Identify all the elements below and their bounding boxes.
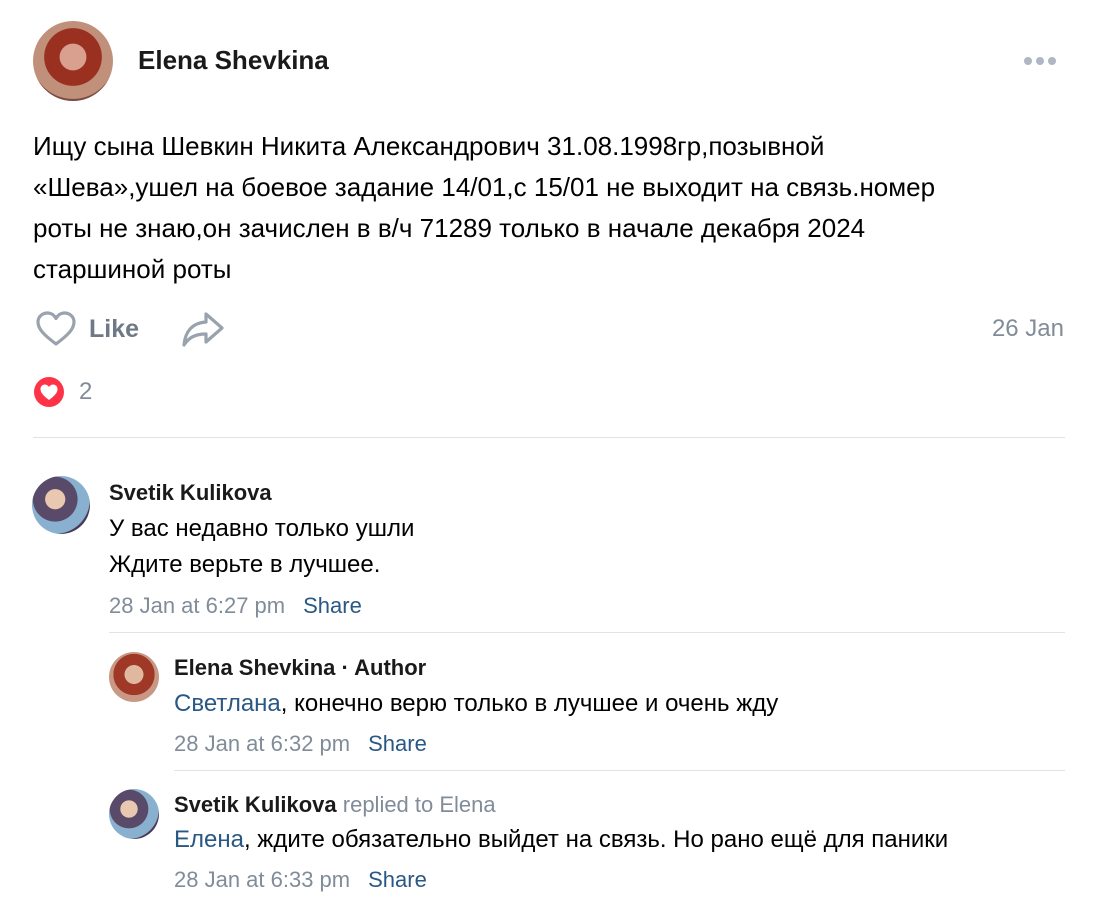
divider bbox=[109, 632, 1065, 633]
post-date[interactable]: 26 Jan bbox=[992, 315, 1064, 343]
reply-share-button[interactable]: Share bbox=[368, 867, 427, 893]
divider bbox=[174, 770, 1065, 771]
reply-text-body: , конечно верю только в лучшее и очень ж… bbox=[280, 690, 779, 717]
reply-author[interactable]: Elena Shevkina bbox=[174, 655, 335, 680]
reply-avatar[interactable] bbox=[109, 789, 159, 839]
comment-text-line: Ждите верьте в лучшее. bbox=[109, 551, 381, 578]
mention-link[interactable]: Елена bbox=[174, 826, 244, 853]
comment-author[interactable]: Svetik Kulikova bbox=[109, 480, 272, 506]
reply-author-line: Elena Shevkina · Author bbox=[174, 655, 426, 681]
reply-share-button[interactable]: Share bbox=[368, 731, 427, 757]
reply-time[interactable]: 28 Jan at 6:33 pm bbox=[174, 867, 350, 893]
share-arrow-icon[interactable] bbox=[180, 308, 226, 350]
divider bbox=[33, 437, 1065, 438]
reply-text: Светлана, конечно верю только в лучшее и… bbox=[174, 686, 778, 722]
post-author-name[interactable]: Elena Shevkina bbox=[138, 45, 329, 76]
comment-meta: 28 Jan at 6:27 pm Share bbox=[109, 593, 362, 619]
post-text-line: роты не знаю,он зачислен в в/ч 71289 тол… bbox=[33, 213, 866, 243]
comment-text: У вас недавно только ушли Ждите верьте в… bbox=[109, 511, 414, 583]
comment-text-line: У вас недавно только ушли bbox=[109, 515, 415, 542]
reaction-count: 2 bbox=[79, 378, 93, 405]
like-button[interactable]: Like bbox=[35, 308, 139, 350]
reply-meta: 28 Jan at 6:33 pm Share bbox=[174, 867, 427, 893]
reply-time[interactable]: 28 Jan at 6:32 pm bbox=[174, 731, 350, 757]
comment-time[interactable]: 28 Jan at 6:27 pm bbox=[109, 593, 285, 619]
post-text-line: «Шева»,ушел на боевое задание 14/01,с 15… bbox=[33, 172, 936, 202]
heart-outline-icon bbox=[36, 311, 76, 346]
comment-avatar[interactable] bbox=[32, 476, 90, 534]
reply-author[interactable]: Svetik Kulikova bbox=[174, 792, 337, 817]
reply-author-line: Svetik Kulikova replied to Elena bbox=[174, 792, 496, 818]
more-icon[interactable] bbox=[1020, 52, 1060, 70]
post-text-line: старшиной роты bbox=[33, 254, 232, 284]
reactions-summary[interactable]: 2 bbox=[33, 376, 92, 408]
post-text: Ищу сына Шевкин Никита Александрович 31.… bbox=[33, 126, 1043, 290]
post-text-line: Ищу сына Шевкин Никита Александрович 31.… bbox=[33, 131, 825, 161]
heart-filled-icon bbox=[34, 377, 64, 407]
reply-text-body: , ждите обязательно выйдет на связь. Но … bbox=[243, 826, 949, 853]
replied-to-note[interactable]: replied to Elena bbox=[337, 792, 496, 817]
author-badge: · Author bbox=[335, 655, 427, 680]
reply-meta: 28 Jan at 6:32 pm Share bbox=[174, 731, 427, 757]
like-label: Like bbox=[89, 314, 140, 343]
post-author-avatar[interactable] bbox=[33, 21, 113, 101]
reply-avatar[interactable] bbox=[109, 652, 159, 702]
mention-link[interactable]: Светлана bbox=[174, 690, 281, 717]
comment-share-button[interactable]: Share bbox=[303, 593, 362, 619]
reply-text: Елена, ждите обязательно выйдет на связь… bbox=[174, 822, 948, 858]
